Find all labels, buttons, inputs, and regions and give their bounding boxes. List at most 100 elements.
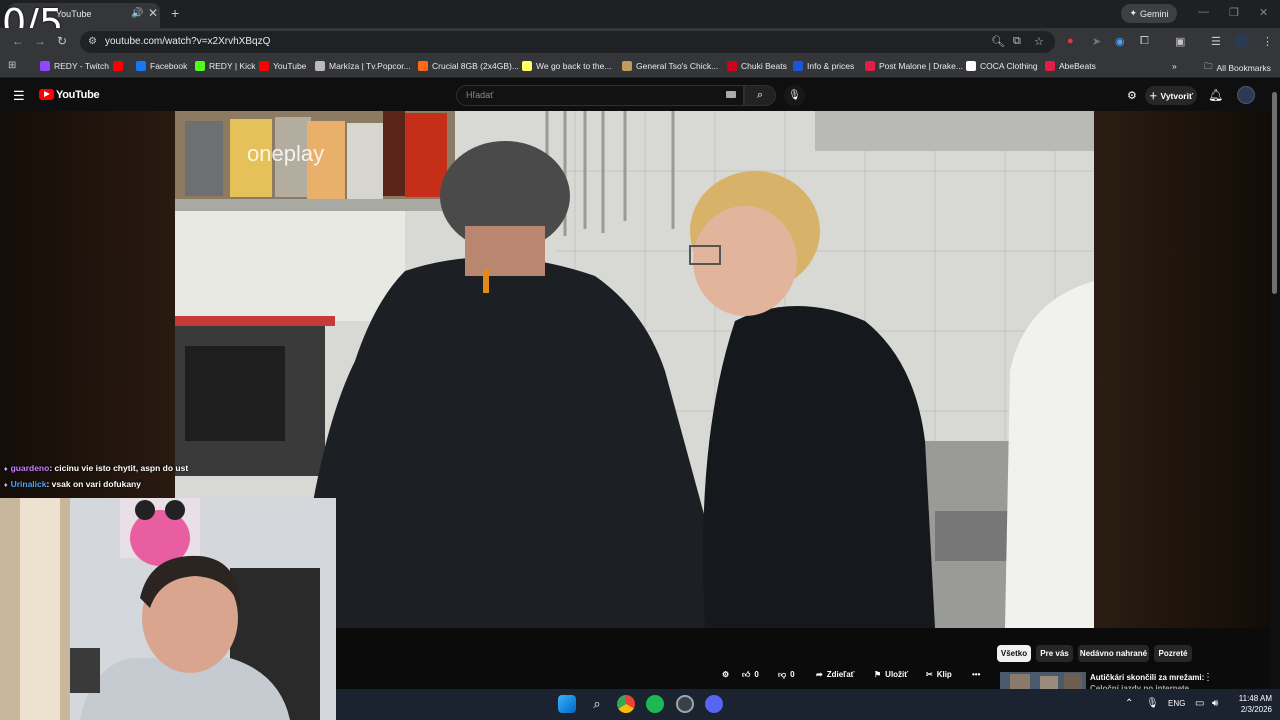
tab-search-icon[interactable]: ☰ <box>1211 35 1221 48</box>
bookmark-item[interactable]: We go back to the... <box>522 61 611 71</box>
chip-all[interactable]: Všetko <box>997 645 1031 662</box>
bookmark-item[interactable]: General Tso's Chick... <box>622 61 718 71</box>
twitch-icon <box>40 61 50 71</box>
language-indicator[interactable]: ENG <box>1168 699 1185 708</box>
streamer-webcam <box>0 498 336 720</box>
extension-icon[interactable]: ➤ <box>1092 35 1101 48</box>
bookmark-label: Markíza | Tv.Popcor... <box>329 61 411 71</box>
bookmark-star-icon[interactable]: ☆ <box>1034 35 1044 48</box>
abebeats-icon <box>1045 61 1055 71</box>
taskbar-search-icon[interactable]: ⌕ <box>588 695 606 713</box>
search-button[interactable]: ⌕ <box>744 85 776 106</box>
tray-overflow-icon[interactable]: ⌃ <box>1125 698 1133 709</box>
chip-for-you[interactable]: Pre vás <box>1036 645 1073 662</box>
zoom-icon[interactable]: 🔍︎ <box>991 35 1005 48</box>
bookmark-label: AbeBeats <box>1059 61 1096 71</box>
chrome-taskbar-icon[interactable] <box>617 695 635 713</box>
tab-audio-icon[interactable]: 🔊 <box>131 8 143 19</box>
chip-watched[interactable]: Pozreté <box>1154 645 1192 662</box>
extensions-puzzle-icon[interactable]: ⧠ <box>1140 35 1149 48</box>
chat-username: Urinalick <box>10 479 47 489</box>
url-text[interactable]: youtube.com/watch?v=x2XrvhXBqzQ <box>105 36 270 47</box>
volume-icon[interactable]: 🔊︎ <box>1212 698 1218 709</box>
keyboard-icon[interactable] <box>726 91 736 98</box>
bookmark-item[interactable]: Markíza | Tv.Popcor... <box>315 61 411 71</box>
bookmark-label: We go back to the... <box>536 61 612 71</box>
microphone-tray-icon[interactable]: 🎙︎ <box>1146 698 1159 709</box>
kick-icon <box>195 61 205 71</box>
bookmark-item[interactable]: Post Malone | Drake... <box>865 61 963 71</box>
restore-icon[interactable]: ❐ <box>1229 6 1239 19</box>
b-icon <box>793 61 803 71</box>
bookmark-item[interactable]: REDY - Twitch <box>40 61 109 71</box>
recommendation-menu-icon[interactable]: ⋮ <box>1203 672 1213 683</box>
sidepanel-icon[interactable]: ▣ <box>1175 35 1185 48</box>
gemini-label: Gemini <box>1140 8 1169 19</box>
chat-username: guardeno <box>10 463 50 473</box>
cast-icon[interactable]: ⧉ <box>1013 35 1021 48</box>
bookmarks-overflow-icon[interactable]: » <box>1172 61 1177 71</box>
bookmark-item[interactable]: REDY | Kick <box>195 61 255 71</box>
video-watermark: oneplay <box>247 141 324 166</box>
share-label: Zdieľať <box>826 670 855 679</box>
close-window-icon[interactable]: ✕ <box>1259 6 1268 19</box>
tab-close-icon[interactable]: ✕ <box>148 6 158 20</box>
back-icon[interactable]: ← <box>12 34 24 48</box>
app-taskbar-icon[interactable] <box>676 695 694 713</box>
spotify-taskbar-icon[interactable] <box>646 695 664 713</box>
search-icon: ⌕ <box>756 89 764 101</box>
minimize-icon[interactable]: — <box>1198 6 1209 18</box>
recommendation-thumbnail[interactable] <box>1000 672 1086 689</box>
folder-icon: 🗀 <box>1204 61 1213 71</box>
bookmark-item[interactable] <box>113 61 123 71</box>
gemini-button[interactable]: ✦ Gemini <box>1121 4 1177 23</box>
notifications-bell-icon[interactable]: 🔔︎ <box>1208 88 1223 102</box>
search-input[interactable] <box>456 85 744 106</box>
voice-search-button[interactable]: 🎙︎ <box>784 85 805 106</box>
bookmark-item[interactable]: COCA Clothing <box>966 61 1038 71</box>
bookmark-item[interactable]: YouTube <box>259 61 306 71</box>
extension-opera-icon[interactable]: ● <box>1067 35 1074 47</box>
youtube-wordmark[interactable]: YouTube <box>56 89 100 101</box>
more-menu-icon[interactable]: ⋮ <box>1262 35 1273 48</box>
channel-avatar[interactable] <box>1237 86 1255 104</box>
youtube-icon <box>113 61 123 71</box>
share-button[interactable]: ➦ Zdieľať <box>816 666 855 683</box>
windows-start-icon[interactable] <box>558 695 576 713</box>
create-label: Vytvoriť <box>1160 90 1194 101</box>
chat-badge-icon: ♦ <box>4 466 8 473</box>
all-bookmarks-folder[interactable]: 🗀 All Bookmarks <box>1204 61 1271 75</box>
reload-icon[interactable]: ↻ <box>57 34 67 48</box>
settings-icon[interactable]: ⚙ <box>1127 89 1137 102</box>
bookmark-item[interactable]: Facebook <box>136 61 187 71</box>
dislike-count: 0 <box>790 670 795 679</box>
recommendation-title[interactable]: Autičkári skončili za mrežami: <box>1090 673 1204 682</box>
bookmark-item[interactable]: Crucial 8GB (2x4GB)... <box>418 61 519 71</box>
forward-icon[interactable]: → <box>34 34 46 48</box>
beats-icon <box>727 61 737 71</box>
bookmark-item[interactable]: AbeBeats <box>1045 61 1096 71</box>
dislike-button[interactable]: 👎︎ 0 <box>778 666 795 683</box>
save-button[interactable]: ⚑ Uložiť <box>874 666 908 683</box>
profile-avatar[interactable] <box>1235 34 1249 48</box>
chip-recently-uploaded[interactable]: Nedávno nahrané <box>1078 645 1149 662</box>
network-icon[interactable]: ▭ <box>1195 698 1204 709</box>
create-button[interactable]: ＋ Vytvoriť <box>1145 86 1197 105</box>
bookmark-item[interactable]: Chuki Beats <box>727 61 787 71</box>
extension-audio-icon[interactable]: ◉ <box>1115 35 1125 48</box>
recipe-icon <box>622 61 632 71</box>
discord-taskbar-icon[interactable] <box>705 695 723 713</box>
apps-grid-icon[interactable]: ⊞ <box>8 60 16 71</box>
like-button[interactable]: 👍︎ 0 <box>742 666 759 683</box>
gemini-icon: ✦ <box>1129 8 1138 18</box>
new-tab-icon[interactable]: + <box>171 5 179 21</box>
settings-gear-icon[interactable]: ⚙ <box>722 666 729 683</box>
scrollbar-thumb[interactable] <box>1272 92 1277 294</box>
clip-button[interactable]: ✂ Klip <box>926 666 952 683</box>
more-actions-icon[interactable]: ••• <box>972 666 980 683</box>
clock-date: 2/3/2026 <box>1240 705 1272 714</box>
hamburger-menu-icon[interactable]: ☰ <box>13 88 25 104</box>
system-clock[interactable]: 11:48 AM 2/3/2026 <box>1230 693 1272 715</box>
site-info-icon[interactable]: ⚙ <box>88 36 97 47</box>
bookmark-item[interactable]: Info & prices <box>793 61 854 71</box>
